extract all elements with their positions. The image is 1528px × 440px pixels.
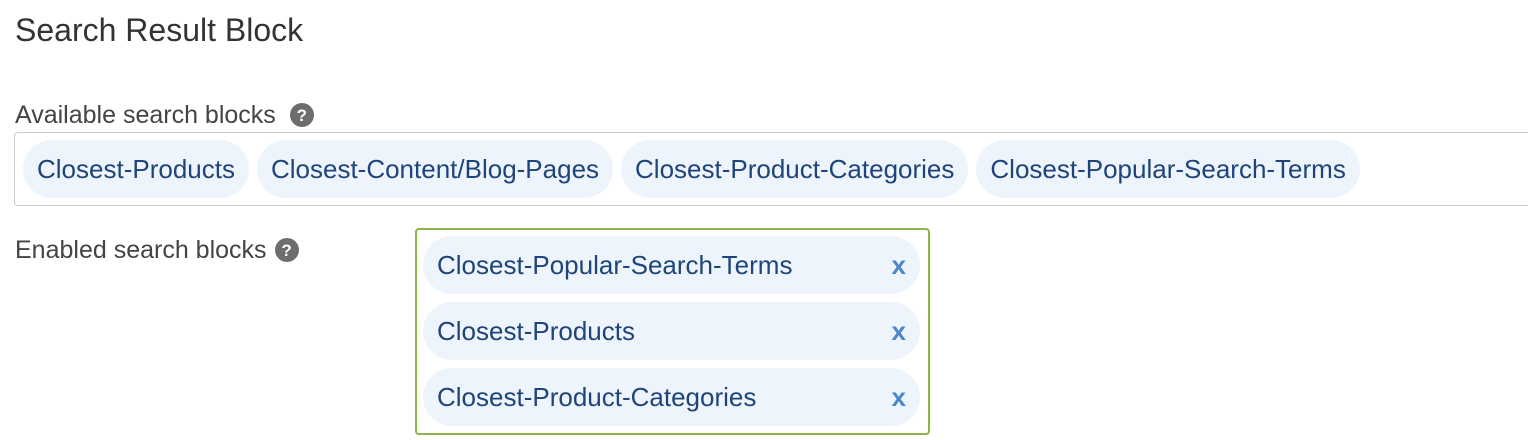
enabled-blocks-list: Closest-Popular-Search-Terms x Closest-P… [415, 228, 930, 435]
enabled-block-label: Closest-Products [437, 315, 635, 346]
available-block-chip[interactable]: Closest-Popular-Search-Terms [976, 140, 1360, 198]
enabled-block-item[interactable]: Closest-Product-Categories x [423, 368, 920, 426]
enabled-block-label: Closest-Popular-Search-Terms [437, 249, 793, 280]
question-circle-icon[interactable]: ? [274, 238, 299, 262]
enabled-block-item[interactable]: Closest-Popular-Search-Terms x [423, 236, 920, 294]
close-icon[interactable]: x [890, 252, 908, 278]
available-block-chip[interactable]: Closest-Product-Categories [621, 140, 969, 198]
available-blocks-label-row: Available search blocks ? [15, 98, 314, 132]
enabled-block-label: Closest-Product-Categories [437, 381, 757, 412]
available-blocks-list: Closest-Products Closest-Content/Blog-Pa… [14, 132, 1528, 206]
enabled-block-item[interactable]: Closest-Products x [423, 302, 920, 360]
search-result-block-panel: Search Result Block Available search blo… [0, 0, 1528, 440]
close-icon[interactable]: x [890, 318, 908, 344]
close-icon[interactable]: x [890, 384, 908, 410]
available-block-chip[interactable]: Closest-Products [23, 140, 249, 198]
available-block-chip[interactable]: Closest-Content/Blog-Pages [256, 140, 614, 198]
available-blocks-label: Available search blocks [15, 100, 276, 129]
question-circle-icon[interactable]: ? [289, 103, 314, 127]
enabled-blocks-label-row: Enabled search blocks ? [15, 233, 299, 267]
enabled-blocks-label: Enabled search blocks [15, 235, 267, 264]
section-title: Search Result Block [15, 12, 304, 48]
